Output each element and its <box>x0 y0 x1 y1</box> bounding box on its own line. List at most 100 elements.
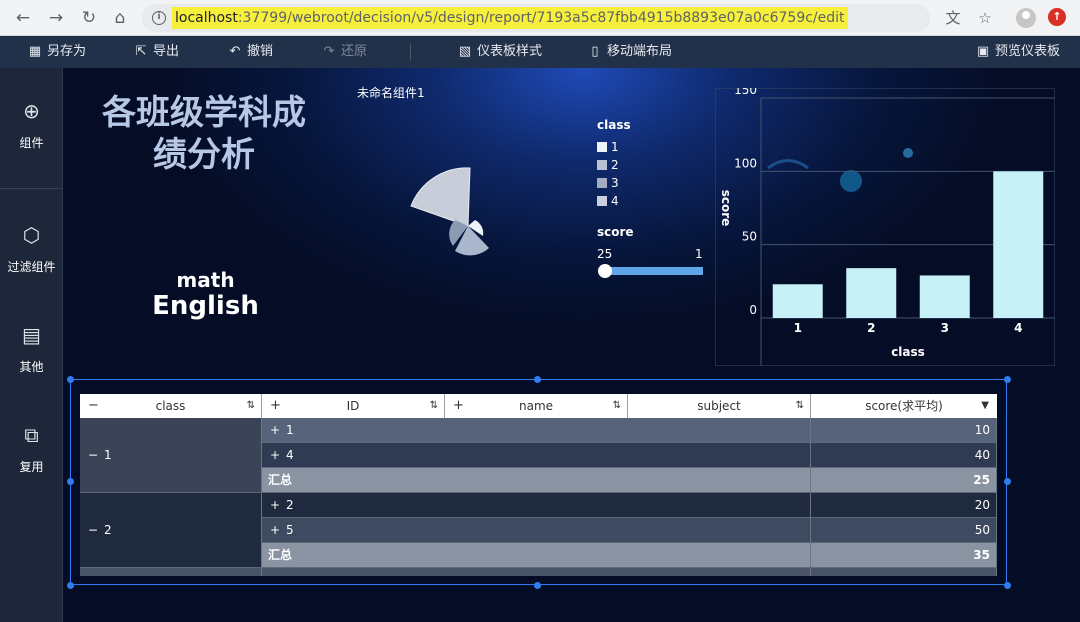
subtotal-label: 汇总 <box>262 468 811 493</box>
header-class[interactable]: − class ⇅ <box>80 394 262 418</box>
title-line-2: 绩分析 <box>153 135 255 175</box>
star-icon[interactable]: ☆ <box>976 9 994 27</box>
rail-label-reuse: 复用 <box>19 460 44 474</box>
class-cell[interactable]: −2 <box>80 493 262 568</box>
bar-1 <box>772 284 823 318</box>
sort-icon[interactable]: ⇅ <box>613 394 621 418</box>
table-row[interactable]: +1 <box>262 418 811 443</box>
export-button[interactable]: ⇱ 导出 <box>134 36 179 68</box>
legend-item-2[interactable]: 2 <box>597 156 631 174</box>
collapse-icon[interactable]: − <box>88 493 104 568</box>
redo-button[interactable]: ↷ 还原 <box>322 36 367 68</box>
cube-icon: ⬡ <box>22 223 41 247</box>
slider-title: score <box>597 225 634 239</box>
expand-icon[interactable]: + <box>270 443 286 467</box>
rail-item-other[interactable]: ▤ 其他 <box>0 324 63 375</box>
x-axis-label: class <box>891 345 925 359</box>
dashboard-canvas: 各班级学科成 绩分析 math English 未命名组件1 class 1 2… <box>63 68 1080 622</box>
header-id[interactable]: + ID ⇅ <box>262 394 445 418</box>
rose-chart[interactable] <box>403 158 503 268</box>
bar-3 <box>919 275 970 318</box>
profile-avatar[interactable] <box>1016 8 1036 28</box>
title-line-1: 各班级学科成 <box>102 93 306 133</box>
bar-2 <box>846 268 897 318</box>
slider-min-value: 25 <box>597 247 613 261</box>
header-score[interactable]: score(求平均) ▼ <box>811 394 997 418</box>
resize-handle-bl[interactable] <box>67 582 74 589</box>
rail-label-component: 组件 <box>19 136 44 150</box>
url-text[interactable]: localhost:37799/webroot/decision/v5/desi… <box>172 7 848 29</box>
expand-icon[interactable]: + <box>270 418 286 442</box>
word-cloud[interactable]: math English <box>143 268 268 320</box>
table-row[interactable]: +5 <box>262 518 811 543</box>
score-cell: 20 <box>811 493 997 518</box>
undo-icon: ↶ <box>229 44 241 59</box>
sort-icon[interactable]: ⇅ <box>796 394 804 418</box>
table-row[interactable]: +4 <box>262 443 811 468</box>
table-row[interactable]: +2 <box>262 493 811 518</box>
sort-icon[interactable]: ⇅ <box>430 394 438 418</box>
header-name[interactable]: + name ⇅ <box>445 394 628 418</box>
y-axis-label: score <box>719 190 733 227</box>
reload-icon[interactable]: ↻ <box>79 8 99 28</box>
resize-handle-tl[interactable] <box>67 376 74 383</box>
rail-label-other: 其他 <box>19 360 44 374</box>
header-subject-label: subject <box>697 399 741 413</box>
url-path: :37799/webroot/decision/v5/design/report… <box>237 10 845 26</box>
rail-divider <box>0 188 63 189</box>
legend-item-4[interactable]: 4 <box>597 192 631 210</box>
rail-label-filter: 过滤组件 <box>7 260 56 274</box>
resize-handle-b[interactable] <box>534 582 541 589</box>
y-tick-label: 50 <box>742 230 757 244</box>
pivot-table: − class ⇅ + ID ⇅ + name ⇅ subject ⇅ scor… <box>80 394 997 576</box>
score-cell: 50 <box>811 518 997 543</box>
mobile-layout-button[interactable]: ▯ 移动端布局 <box>588 36 672 68</box>
score-slider-track[interactable] <box>605 267 703 275</box>
undo-button[interactable]: ↶ 撤销 <box>228 36 273 68</box>
home-icon[interactable]: ⌂ <box>110 8 130 28</box>
url-host: localhost <box>175 10 238 26</box>
score-slider-handle[interactable] <box>598 264 612 278</box>
class-cell[interactable]: −1 <box>80 418 262 493</box>
resize-handle-t[interactable] <box>534 376 541 383</box>
info-icon[interactable]: i <box>152 11 166 25</box>
legend-item-1[interactable]: 1 <box>597 138 631 156</box>
word-english: English <box>152 291 259 321</box>
collapse-icon[interactable]: − <box>88 418 104 493</box>
rail-item-component[interactable]: ⊕ 组件 <box>0 100 63 151</box>
score-cell: 40 <box>811 443 997 468</box>
expand-icon[interactable]: + <box>270 518 286 542</box>
header-subject[interactable]: subject ⇅ <box>628 394 811 418</box>
resize-handle-l[interactable] <box>67 478 74 485</box>
subtotal-value: 35 <box>811 543 997 568</box>
dropdown-icon[interactable]: ▼ <box>981 394 989 418</box>
preview-dashboard-button[interactable]: ▣ 预览仪表板 <box>976 36 1060 68</box>
monitor-icon: ▣ <box>976 44 990 59</box>
slider-max-value: 1 <box>695 247 703 261</box>
extension-icon[interactable]: ↑ <box>1048 8 1066 26</box>
dashboard-style-button[interactable]: ▧ 仪表板样式 <box>458 36 542 68</box>
rail-item-reuse[interactable]: ⧉ 复用 <box>0 424 63 475</box>
back-icon[interactable]: ← <box>13 8 33 28</box>
browser-chrome: ← → ↻ ⌂ i localhost:37799/webroot/decisi… <box>0 0 1080 36</box>
rail-item-filter[interactable]: ⬡ 过滤组件 <box>0 224 63 275</box>
dashboard-title[interactable]: 各班级学科成 绩分析 <box>93 92 315 176</box>
save-as-label: 另存为 <box>47 44 87 59</box>
save-as-button[interactable]: ▦ 另存为 <box>28 36 86 68</box>
resize-handle-br[interactable] <box>1004 582 1011 589</box>
undo-label: 撤销 <box>247 44 274 59</box>
resize-handle-r[interactable] <box>1004 478 1011 485</box>
copy-icon: ⧉ <box>24 423 39 447</box>
widget-name-label[interactable]: 未命名组件1 <box>357 84 425 101</box>
header-class-label: class <box>155 399 186 413</box>
forward-icon[interactable]: → <box>46 8 66 28</box>
legend-item-3[interactable]: 3 <box>597 174 631 192</box>
translate-icon[interactable]: 文 <box>944 9 962 27</box>
header-id-label: ID <box>346 399 360 413</box>
expand-icon[interactable]: + <box>270 493 286 517</box>
resize-handle-tr[interactable] <box>1004 376 1011 383</box>
address-bar[interactable]: i localhost:37799/webroot/decision/v5/de… <box>142 4 992 32</box>
sort-icon[interactable]: ⇅ <box>247 394 255 418</box>
bar-chart[interactable]: 0 50 100 150 1 2 3 4 class score <box>715 88 1055 366</box>
redo-icon: ↷ <box>323 44 335 59</box>
